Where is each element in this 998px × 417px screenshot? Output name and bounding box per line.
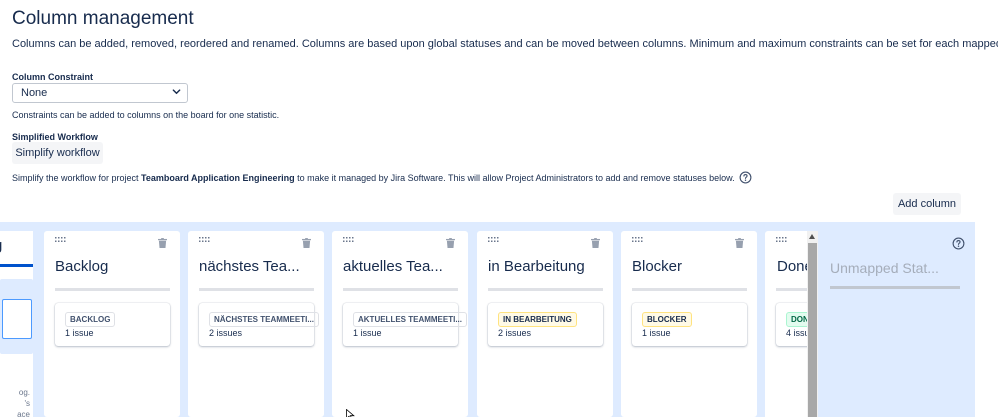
board-column[interactable]: Backlog BACKLOG 1 issue <box>44 231 180 417</box>
status-card[interactable]: BLOCKER 1 issue <box>632 303 747 346</box>
partial-text-fragment: ace <box>17 410 30 417</box>
page-title: Column management <box>12 8 194 29</box>
project-name: Teamboard Application Engineering <box>141 172 295 183</box>
column-constraint-bar <box>343 288 458 291</box>
scrollbar-thumb[interactable] <box>808 243 817 417</box>
unmapped-title: Unmapped Stat... <box>830 260 939 276</box>
board-column[interactable]: nächstes Tea... NÄCHSTES TEAMMEETI... 2 … <box>188 231 324 417</box>
simplify-workflow-help: Simplify the workflow for project Teambo… <box>12 171 752 184</box>
simplified-workflow-label: Simplified Workflow <box>12 132 98 142</box>
scroll-up-arrow-icon[interactable] <box>809 234 815 239</box>
vertical-scrollbar[interactable] <box>807 231 818 417</box>
question-circle-icon[interactable] <box>739 171 752 184</box>
unmapped-statuses-column: Unmapped Stat... <box>818 231 975 417</box>
column-title[interactable]: Backlog <box>55 258 108 275</box>
trash-icon[interactable] <box>591 238 600 248</box>
status-card[interactable]: IN BEARBEITUNG 2 issues <box>488 303 603 346</box>
trash-icon[interactable] <box>446 238 455 248</box>
column-constraint-bar <box>488 288 603 291</box>
trash-icon[interactable] <box>735 238 744 248</box>
column-constraint-value: None <box>21 87 48 99</box>
status-card[interactable]: BACKLOG 1 issue <box>55 303 170 346</box>
issue-count: 1 issue <box>65 328 94 338</box>
status-lozenge: BACKLOG <box>65 312 116 327</box>
status-card[interactable]: NÄCHSTES TEAMMEETI... 2 issues <box>199 303 320 346</box>
partial-column: g og. 's ace <box>0 231 33 417</box>
drag-handle-icon[interactable] <box>55 237 67 243</box>
column-title[interactable]: Done <box>777 258 807 275</box>
simplify-workflow-button[interactable]: Simplify workflow <box>12 142 103 164</box>
issue-count: 4 issu <box>786 328 807 338</box>
status-lozenge: DON <box>786 312 807 327</box>
issue-count: 1 issue <box>353 328 382 338</box>
partial-text-fragment: og. <box>18 388 30 397</box>
question-circle-icon[interactable] <box>952 237 965 250</box>
drag-handle-icon[interactable] <box>776 237 788 243</box>
workflow-help-suffix: to make it managed by Jira Software. Thi… <box>294 172 735 183</box>
board-column-done[interactable]: Done DON 4 issu <box>765 231 807 417</box>
drag-handle-icon[interactable] <box>343 237 355 243</box>
drag-handle-icon[interactable] <box>199 237 211 243</box>
status-card[interactable]: DON 4 issu <box>776 303 807 346</box>
column-constraint-label: Column Constraint <box>12 72 93 82</box>
column-title[interactable]: in Bearbeitung <box>488 258 585 275</box>
column-constraint-select[interactable]: None <box>12 83 188 103</box>
workflow-help-prefix: Simplify the workflow for project <box>12 172 142 183</box>
mouse-cursor-icon <box>346 409 355 417</box>
column-constraint-bar <box>199 288 314 291</box>
board-column[interactable]: in Bearbeitung IN BEARBEITUNG 2 issues <box>477 231 613 417</box>
status-lozenge: IN BEARBEITUNG <box>498 312 577 327</box>
column-constraint-bar <box>55 288 170 291</box>
page-description: Columns can be added, removed, reordered… <box>12 38 998 50</box>
column-title[interactable]: Blocker <box>632 258 682 275</box>
board-illustration <box>0 279 33 354</box>
unmapped-underline <box>830 286 960 289</box>
issue-count: 1 issue <box>642 328 671 338</box>
partial-column-underline <box>0 264 33 267</box>
chevron-down-icon <box>172 89 181 95</box>
drag-handle-icon[interactable] <box>488 237 500 243</box>
trash-icon[interactable] <box>302 238 311 248</box>
status-lozenge: AKTUELLES TEAMMEETI... <box>353 312 467 327</box>
board-column[interactable]: Blocker BLOCKER 1 issue <box>621 231 757 417</box>
add-column-button[interactable]: Add column <box>893 193 961 215</box>
status-card[interactable]: AKTUELLES TEAMMEETI... 1 issue <box>343 303 467 346</box>
status-lozenge: BLOCKER <box>642 312 692 327</box>
issue-count: 2 issues <box>498 328 532 338</box>
partial-column-title: g <box>0 237 2 254</box>
status-lozenge: NÄCHSTES TEAMMEETI... <box>209 312 320 327</box>
drag-handle-icon[interactable] <box>632 237 644 243</box>
column-title[interactable]: nächstes Tea... <box>199 258 300 275</box>
board-column[interactable]: aktuelles Tea... AKTUELLES TEAMMEETI... … <box>332 231 468 417</box>
column-constraint-help: Constraints can be added to columns on t… <box>12 110 280 120</box>
column-title[interactable]: aktuelles Tea... <box>343 258 443 275</box>
column-constraint-bar <box>632 288 747 291</box>
issue-count: 2 issues <box>209 328 243 338</box>
board-columns-area: g og. 's ace Backlog BACKLOG 1 issue näc… <box>0 222 975 417</box>
column-constraint-bar <box>776 288 807 291</box>
trash-icon[interactable] <box>158 238 167 248</box>
partial-text-fragment: 's <box>24 399 30 408</box>
